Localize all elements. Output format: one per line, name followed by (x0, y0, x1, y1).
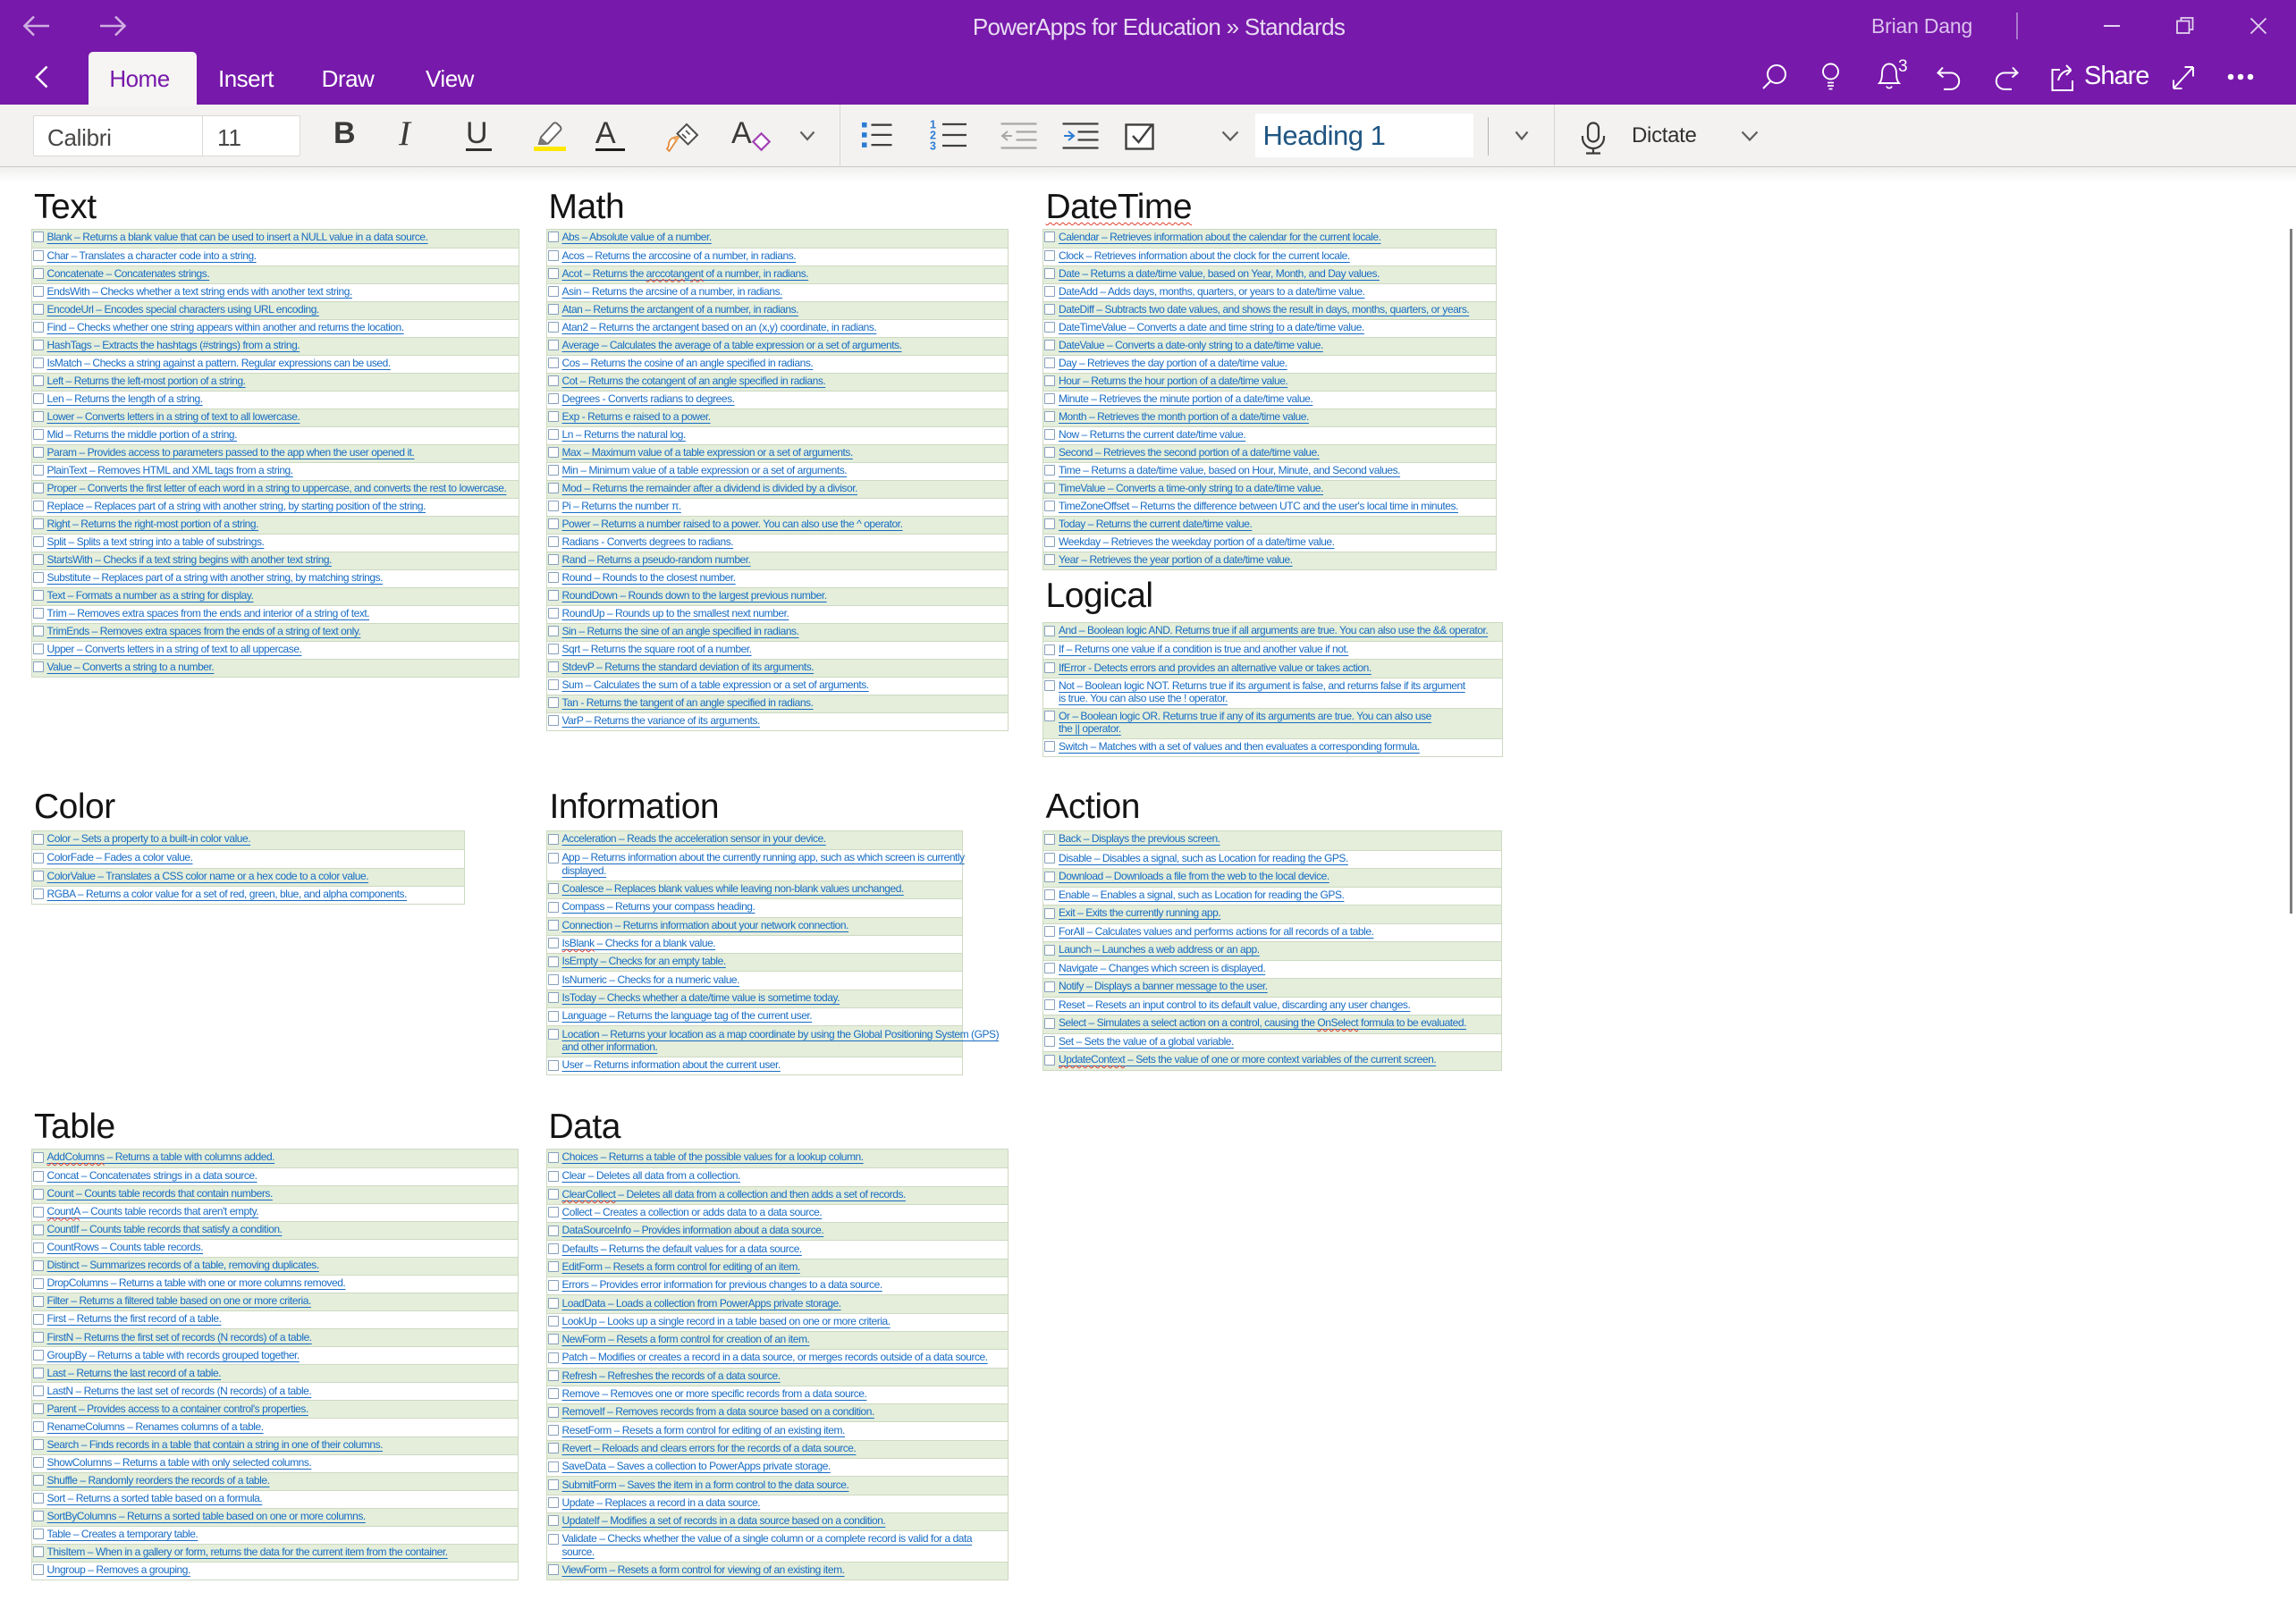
svg-text:3: 3 (1898, 59, 1908, 76)
svg-text:3: 3 (930, 140, 936, 151)
